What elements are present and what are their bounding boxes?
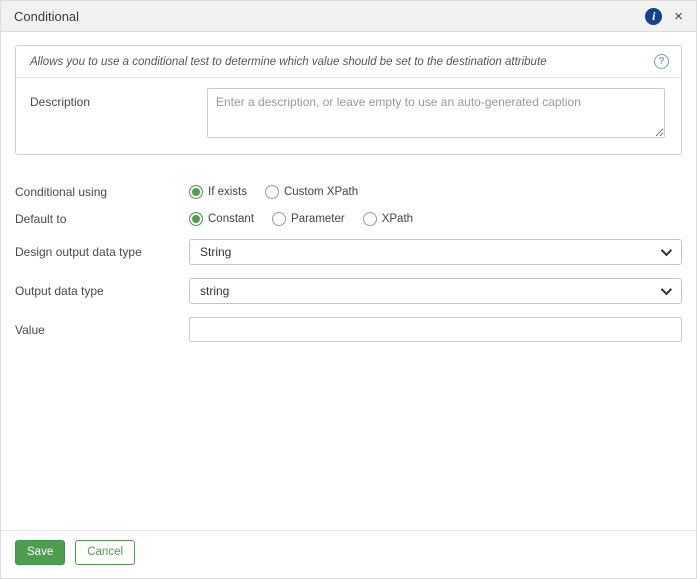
chevron-down-icon (660, 244, 673, 257)
dialog-header: Conditional i × (1, 1, 696, 32)
conditional-form: Conditional using If exists Custom XPath… (1, 185, 696, 342)
radio-option-custom-xpath[interactable]: Custom XPath (264, 185, 359, 199)
value-row: Value (15, 317, 682, 342)
radio-option-constant[interactable]: Constant (189, 212, 254, 226)
output-data-type-row: Output data type string (15, 278, 682, 304)
panel-hint-row: Allows you to use a conditional test to … (16, 46, 681, 78)
design-output-data-type-row: Design output data type String (15, 239, 682, 265)
radio-option-label: Constant (208, 213, 255, 225)
default-to-radio-group: Constant Parameter XPath (189, 212, 431, 226)
output-data-type-label: Output data type (15, 284, 104, 298)
output-data-type-value: string (200, 284, 230, 298)
dialog-title: Conditional (14, 8, 80, 24)
design-output-data-type-select[interactable]: String (189, 239, 682, 265)
radio-unselected-icon (272, 212, 287, 226)
chevron-down-icon (660, 283, 673, 296)
header-icons: i × (645, 7, 683, 25)
description-label: Description (30, 95, 91, 109)
conditional-using-row: Conditional using If exists Custom XPath (15, 185, 682, 199)
radio-unselected-icon (264, 185, 279, 199)
conditional-using-radio-group: If exists Custom XPath (189, 185, 376, 199)
design-output-data-type-label: Design output data type (15, 245, 142, 259)
radio-unselected-icon (362, 212, 377, 226)
radio-selected-icon (189, 185, 203, 199)
radio-option-label: Parameter (291, 213, 345, 225)
save-button[interactable]: Save (15, 539, 66, 565)
help-icon[interactable]: ? (654, 54, 669, 69)
radio-option-xpath[interactable]: XPath (362, 212, 414, 226)
design-output-data-type-value: String (200, 245, 232, 259)
conditional-dialog: Conditional i × Allows you to use a cond… (0, 0, 697, 579)
info-icon[interactable]: i (645, 7, 663, 25)
default-to-label: Default to (15, 212, 67, 226)
conditional-using-label: Conditional using (15, 185, 108, 199)
default-to-row: Default to Constant Parameter XPath (15, 212, 682, 226)
close-icon[interactable]: × (674, 9, 683, 24)
radio-option-label: If exists (208, 186, 247, 198)
radio-option-label: XPath (381, 213, 414, 225)
cancel-button[interactable]: Cancel (75, 539, 136, 565)
value-label: Value (15, 322, 45, 337)
panel-hint-text: Allows you to use a conditional test to … (30, 55, 547, 68)
dialog-footer: Save Cancel (1, 529, 696, 578)
description-row: Description (16, 78, 681, 154)
radio-option-if-exists[interactable]: If exists (189, 185, 247, 199)
radio-selected-icon (189, 212, 203, 226)
radio-option-label: Custom XPath (283, 186, 359, 198)
description-textarea[interactable] (207, 88, 665, 138)
output-data-type-select[interactable]: string (189, 278, 682, 304)
value-input[interactable] (189, 317, 682, 342)
description-panel: Allows you to use a conditional test to … (15, 45, 682, 155)
radio-option-parameter[interactable]: Parameter (272, 212, 345, 226)
